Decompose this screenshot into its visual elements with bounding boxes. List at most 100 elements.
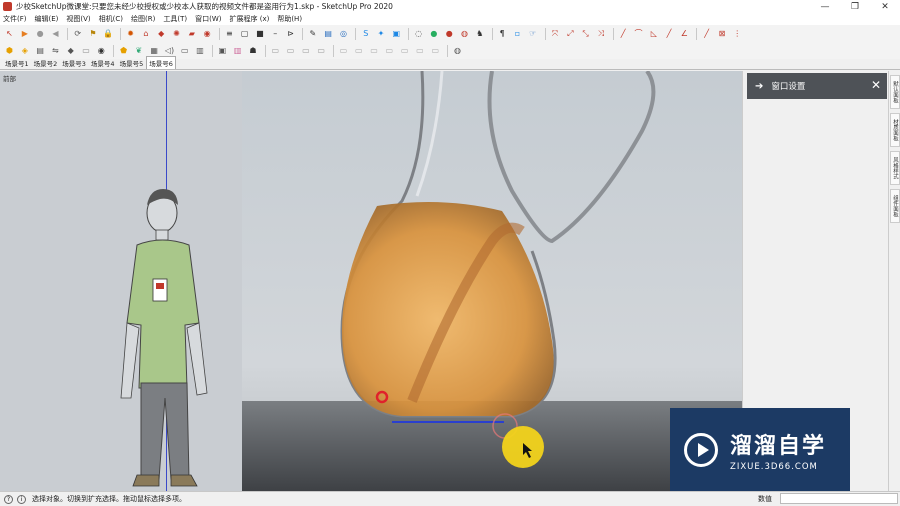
zoom-ext-icon[interactable]: ⤨ bbox=[594, 27, 607, 40]
stack-c-icon[interactable]: ▭ bbox=[368, 44, 381, 57]
grid-icon[interactable]: ⋮ bbox=[731, 27, 744, 40]
box-icon[interactable]: ▣ bbox=[390, 27, 403, 40]
shield-icon[interactable]: ⬟ bbox=[117, 44, 130, 57]
file-icon[interactable]: ▢ bbox=[238, 27, 251, 40]
block-c-icon[interactable]: ▭ bbox=[299, 44, 312, 57]
tray-close-icon[interactable]: ✕ bbox=[871, 78, 881, 92]
stack-g-icon[interactable]: ▭ bbox=[429, 44, 442, 57]
tag-icon[interactable]: ⊳ bbox=[284, 27, 297, 40]
sketchup-app-icon bbox=[3, 2, 12, 11]
card-icon[interactable]: ▣ bbox=[216, 44, 229, 57]
orbit-icon[interactable]: ⟳ bbox=[71, 27, 84, 40]
slash-icon[interactable]: ╱ bbox=[663, 27, 676, 40]
leaf-icon[interactable]: ❦ bbox=[132, 44, 145, 57]
save-icon[interactable]: ■ bbox=[253, 27, 266, 40]
people-icon[interactable]: ☗ bbox=[246, 44, 259, 57]
stack-a-icon[interactable]: ▭ bbox=[337, 44, 350, 57]
menu-window[interactable]: 窗口(W) bbox=[195, 14, 221, 24]
prev-icon[interactable]: ◀ bbox=[49, 27, 62, 40]
quad-icon[interactable]: ▥ bbox=[194, 44, 207, 57]
book-icon[interactable]: ▥ bbox=[231, 44, 244, 57]
model-viewport[interactable]: 前部 bbox=[0, 71, 742, 491]
scene-tab-1[interactable]: 场景号1 bbox=[3, 57, 31, 69]
globe-icon[interactable]: ● bbox=[427, 27, 440, 40]
minimize-button[interactable]: — bbox=[810, 0, 840, 13]
brush-icon[interactable]: ▭ bbox=[79, 44, 92, 57]
stack-d-icon[interactable]: ▭ bbox=[383, 44, 396, 57]
menu-tools[interactable]: 工具(T) bbox=[163, 14, 187, 24]
info-icon[interactable]: i bbox=[17, 494, 26, 504]
side-tab-default[interactable]: 默认面板 bbox=[890, 75, 900, 109]
scene-tab-3[interactable]: 场景号3 bbox=[60, 57, 88, 69]
stack-e-icon[interactable]: ▭ bbox=[398, 44, 411, 57]
record-icon[interactable]: ● bbox=[34, 27, 47, 40]
menu-help[interactable]: 帮助(H) bbox=[277, 14, 302, 24]
fit-icon[interactable]: ⤡ bbox=[579, 27, 592, 40]
scene-tab-2[interactable]: 场景号2 bbox=[32, 57, 60, 69]
pen-icon[interactable]: ✎ bbox=[306, 27, 319, 40]
tray-header[interactable]: ➔ 窗口设置 ✕ bbox=[747, 73, 887, 99]
house-icon[interactable]: ⌂ bbox=[139, 27, 152, 40]
rect-icon[interactable]: ▭ bbox=[178, 44, 191, 57]
menu-view[interactable]: 视图(V) bbox=[66, 14, 90, 24]
star-icon[interactable]: ✦ bbox=[375, 27, 388, 40]
line-icon[interactable]: – bbox=[269, 27, 282, 40]
side-tab-materials[interactable]: 材质面板 bbox=[890, 113, 900, 147]
select-icon[interactable]: ↖ bbox=[3, 27, 16, 40]
triangle-icon[interactable]: ◺ bbox=[647, 27, 660, 40]
side-tab-styles[interactable]: 风格样式 bbox=[890, 151, 900, 185]
measurements-input[interactable] bbox=[780, 493, 898, 504]
scene-tab-4[interactable]: 场景号4 bbox=[89, 57, 117, 69]
thumb-icon[interactable]: ☞ bbox=[526, 27, 539, 40]
scene-tab-5[interactable]: 场景号5 bbox=[118, 57, 146, 69]
cross-box-icon[interactable]: ⊠ bbox=[715, 27, 728, 40]
stack-b-icon[interactable]: ▭ bbox=[352, 44, 365, 57]
menu-camera[interactable]: 相机(C) bbox=[99, 14, 123, 24]
watermark-title: 溜溜自学 bbox=[730, 434, 827, 459]
sphere-icon[interactable]: ◍ bbox=[451, 44, 464, 57]
arc-icon[interactable]: ⌒ bbox=[632, 27, 645, 40]
angle-icon[interactable]: ∠ bbox=[678, 27, 691, 40]
maximize-button[interactable]: ❐ bbox=[840, 0, 870, 13]
layers-icon[interactable]: ▤ bbox=[322, 27, 335, 40]
list-icon[interactable]: ≡ bbox=[223, 27, 236, 40]
block-d-icon[interactable]: ▭ bbox=[315, 44, 328, 57]
arrows-icon[interactable]: ⤧ bbox=[549, 27, 562, 40]
cube-icon[interactable]: ▫ bbox=[511, 27, 524, 40]
circle-icon[interactable]: ◌ bbox=[412, 27, 425, 40]
menu-draw[interactable]: 绘图(R) bbox=[131, 14, 155, 24]
settings-icon[interactable]: ✺ bbox=[170, 27, 183, 40]
lock-icon[interactable]: 🔒 bbox=[102, 27, 115, 40]
paint-icon[interactable]: ▶ bbox=[18, 27, 31, 40]
cabinet-icon[interactable]: ▤ bbox=[34, 44, 47, 57]
target-icon[interactable]: ◎ bbox=[337, 27, 350, 40]
bird-icon[interactable]: ♞ bbox=[473, 27, 486, 40]
menu-edit[interactable]: 编辑(E) bbox=[35, 14, 59, 24]
folder-icon[interactable]: ▰ bbox=[185, 27, 198, 40]
rotate-icon[interactable]: ⇋ bbox=[49, 44, 62, 57]
menu-file[interactable]: 文件(F) bbox=[3, 14, 27, 24]
eye-icon[interactable]: ◉ bbox=[95, 44, 108, 57]
record-red-icon[interactable]: ◉ bbox=[201, 27, 214, 40]
expand-icon[interactable]: ⤢ bbox=[564, 27, 577, 40]
stack-f-icon[interactable]: ▭ bbox=[413, 44, 426, 57]
block-b-icon[interactable]: ▭ bbox=[284, 44, 297, 57]
menu-extensions[interactable]: 扩展程序 (x) bbox=[229, 14, 269, 24]
scene-tab-6[interactable]: 场景号6 bbox=[146, 56, 176, 69]
side-tab-components[interactable]: 组件面板 bbox=[890, 189, 900, 223]
block-a-icon[interactable]: ▭ bbox=[269, 44, 282, 57]
s-icon[interactable]: S bbox=[359, 27, 372, 40]
draw-line-icon[interactable]: ╱ bbox=[700, 27, 713, 40]
gear-icon[interactable]: ✹ bbox=[124, 27, 137, 40]
shape-icon[interactable]: ◍ bbox=[458, 27, 471, 40]
close-window-button[interactable]: ✕ bbox=[870, 0, 900, 13]
gem-icon[interactable]: ◆ bbox=[155, 27, 168, 40]
soap-icon[interactable]: ⬢ bbox=[3, 44, 16, 57]
line-tool-icon[interactable]: ╱ bbox=[617, 27, 630, 40]
pin-icon[interactable]: ¶ bbox=[496, 27, 509, 40]
help-icon[interactable]: ? bbox=[4, 494, 13, 504]
material-icon[interactable]: ◈ bbox=[18, 44, 31, 57]
car-icon[interactable]: ◆ bbox=[64, 44, 77, 57]
walk-icon[interactable]: ⚑ bbox=[86, 27, 99, 40]
ruby-icon[interactable]: ● bbox=[443, 27, 456, 40]
